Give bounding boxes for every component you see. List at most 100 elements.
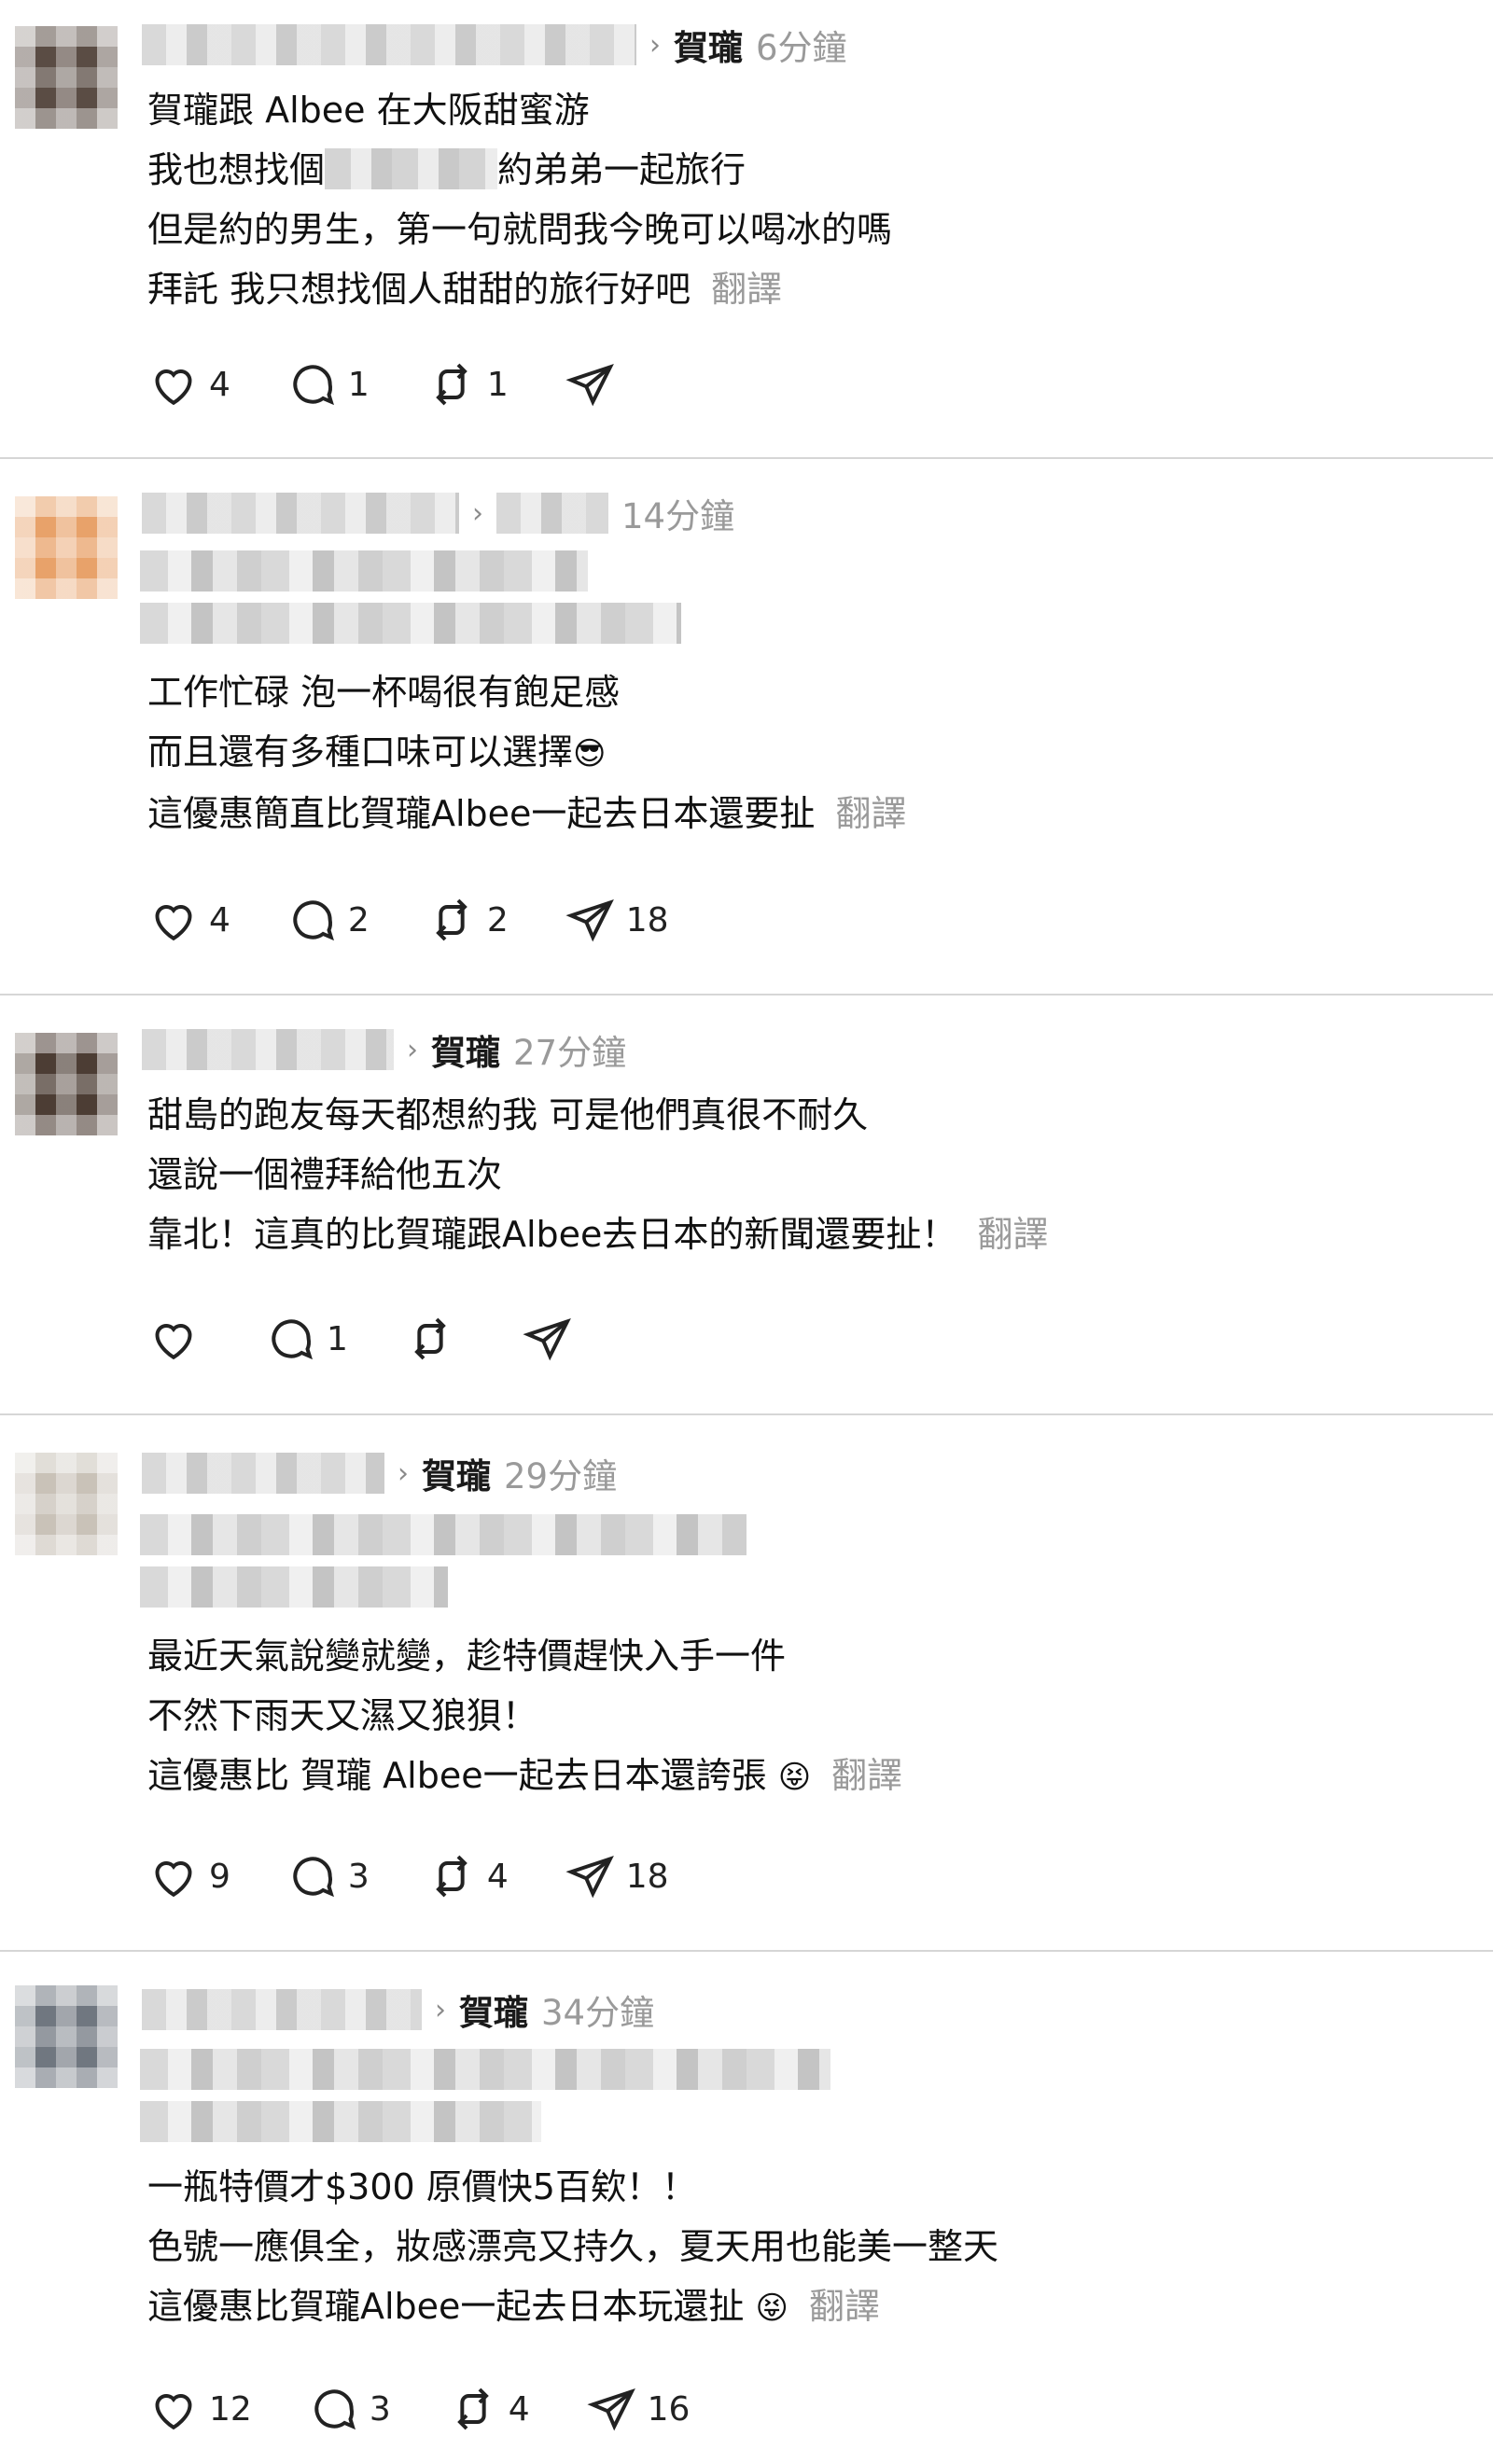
username-redacted[interactable]	[142, 1453, 384, 1494]
sunglasses-emoji: 😎	[573, 735, 607, 773]
timestamp[interactable]: 34分鐘	[541, 1984, 654, 2035]
repost-count: 4	[486, 1857, 509, 1896]
text-line: 賀瓏跟 Albee 在大阪甜蜜游	[147, 90, 590, 131]
translate-link[interactable]: 翻譯	[711, 269, 782, 310]
text-line: 靠北！這真的比賀瓏跟Albee去日本的新聞還要扯！ 翻譯	[147, 1214, 1049, 1255]
repost-button[interactable]: 4	[447, 2383, 530, 2435]
laughing-emoji: 😝	[777, 1759, 812, 1796]
text-line: 一瓶特價才$300 原價快5百欸！！	[147, 2166, 697, 2207]
post-header: › 賀瓏 6分鐘	[142, 19, 847, 71]
share-count: 16	[647, 2389, 691, 2429]
timestamp[interactable]: 29分鐘	[504, 1448, 617, 1498]
send-icon	[565, 363, 614, 407]
repost-button[interactable]	[404, 1313, 466, 1365]
reply-count: 1	[327, 1319, 348, 1358]
text-line: 不然下雨天又濕又狼狽！	[147, 1695, 538, 1736]
repost-button[interactable]: 2	[426, 894, 509, 946]
like-button[interactable]: 12	[147, 2383, 252, 2435]
reply-button[interactable]: 1	[265, 1313, 348, 1365]
like-button[interactable]: 4	[147, 894, 230, 946]
post-header: › 賀瓏 29分鐘	[142, 1447, 617, 1499]
share-button[interactable]: 16	[586, 2383, 691, 2435]
send-icon	[587, 2387, 635, 2431]
text-line: 拜託 我只想找個人甜甜的旅行好吧 翻譯	[147, 269, 783, 310]
chevron-right-icon: ›	[407, 1033, 418, 1066]
post-text: 工作忙碌 泡一杯喝很有飽足感 而且還有多種口味可以選擇😎 這優惠簡直比賀瓏Alb…	[147, 662, 906, 843]
heart-icon	[155, 2394, 192, 2430]
action-bar: 12 3 4 16	[147, 2379, 746, 2439]
post-header: › 14分鐘	[142, 487, 734, 539]
redacted-text	[325, 148, 498, 189]
repost-icon	[436, 363, 467, 406]
reply-count: 3	[347, 1857, 370, 1896]
avatar[interactable]	[15, 26, 118, 129]
translate-link[interactable]: 翻譯	[831, 1755, 902, 1796]
like-count: 4	[209, 365, 230, 404]
reply-feed: › 賀瓏 6分鐘 賀瓏跟 Albee 在大阪甜蜜游 我也想找個 約弟弟一起旅行 但…	[0, 0, 1493, 2464]
translate-link[interactable]: 翻譯	[809, 2286, 880, 2327]
username-redacted[interactable]	[142, 493, 459, 534]
avatar[interactable]	[15, 496, 118, 599]
text-line: 甜島的跑友每天都想約我 可是他們真很不耐久	[147, 1094, 869, 1135]
like-button[interactable]: 4	[147, 358, 230, 411]
timestamp[interactable]: 27分鐘	[513, 1024, 626, 1075]
username-redacted[interactable]	[142, 1029, 394, 1070]
redacted-text	[140, 1514, 746, 1619]
repost-icon	[436, 1855, 467, 1898]
reply-count: 2	[347, 900, 370, 940]
redacted-text	[140, 550, 681, 655]
repost-button[interactable]: 4	[426, 1850, 509, 1902]
username-redacted[interactable]	[142, 24, 636, 65]
reply-to-redacted[interactable]	[496, 493, 608, 534]
avatar[interactable]	[15, 1985, 118, 2088]
reply-button[interactable]: 3	[308, 2383, 391, 2435]
text-line: 這優惠比賀瓏Albee一起去日本玩還扯 😝 翻譯	[147, 2286, 880, 2327]
text-line: 這優惠簡直比賀瓏Albee一起去日本還要扯 翻譯	[147, 793, 907, 834]
text-line: 最近天氣說變就變，趁特價趕快入手一件	[147, 1636, 787, 1677]
like-button[interactable]	[147, 1313, 209, 1365]
like-count: 9	[209, 1857, 230, 1896]
avatar[interactable]	[15, 1453, 118, 1555]
translate-link[interactable]: 翻譯	[835, 793, 906, 834]
text-line: 我也想找個 約弟弟一起旅行	[147, 148, 746, 190]
action-bar: 9 3 4 18	[147, 1846, 725, 1906]
reply-to-name[interactable]: 賀瓏	[459, 1984, 528, 2035]
chevron-right-icon: ›	[472, 496, 483, 530]
repost-icon	[456, 2387, 489, 2430]
repost-count: 1	[486, 365, 509, 404]
text-line: 工作忙碌 泡一杯喝很有飽足感	[147, 672, 621, 713]
comment-bubble-icon	[272, 1319, 313, 1360]
reply-to-name[interactable]: 賀瓏	[431, 1024, 500, 1075]
action-bar: 4 1 1	[147, 355, 682, 414]
heart-icon	[155, 1861, 192, 1898]
like-button[interactable]: 9	[147, 1850, 230, 1902]
translate-link[interactable]: 翻譯	[977, 1214, 1048, 1255]
action-bar: 4 2 2 18	[147, 890, 725, 950]
chevron-right-icon: ›	[435, 1993, 446, 2026]
share-button[interactable]	[522, 1313, 583, 1365]
avatar[interactable]	[15, 1033, 118, 1135]
chevron-right-icon: ›	[649, 28, 661, 62]
timestamp[interactable]: 14分鐘	[621, 488, 734, 538]
share-button[interactable]: 18	[565, 1850, 669, 1902]
share-button[interactable]	[565, 358, 626, 411]
reply-to-name[interactable]: 賀瓏	[674, 20, 743, 70]
username-redacted[interactable]	[142, 1989, 422, 2030]
repost-button[interactable]: 1	[426, 358, 509, 411]
post-header: › 賀瓏 27分鐘	[142, 1023, 626, 1076]
share-button[interactable]: 18	[565, 894, 669, 946]
reply-post: › 14分鐘 工作忙碌 泡一杯喝很有飽足感 而且還有多種口味可以選擇😎 這優惠簡…	[0, 459, 1493, 995]
reply-button[interactable]: 2	[286, 894, 370, 946]
text-line: 而且還有多種口味可以選擇😎	[147, 731, 607, 773]
reply-count: 3	[369, 2389, 391, 2429]
send-icon	[565, 898, 614, 942]
reply-button[interactable]: 3	[286, 1850, 370, 1902]
post-text: 甜島的跑友每天都想約我 可是他們真很不耐久 還說一個禮拜給他五次 靠北！這真的比…	[147, 1085, 1048, 1264]
post-text: 一瓶特價才$300 原價快5百欸！！ 色號一應俱全，妝感漂亮又持久，夏天用也能美…	[147, 2157, 998, 2338]
reply-button[interactable]: 1	[286, 358, 370, 411]
repost-count: 2	[486, 900, 509, 940]
reply-to-name[interactable]: 賀瓏	[422, 1448, 491, 1498]
reply-count: 1	[347, 365, 370, 404]
timestamp[interactable]: 6分鐘	[756, 20, 847, 70]
reply-post: › 賀瓏 27分鐘 甜島的跑友每天都想約我 可是他們真很不耐久 還說一個禮拜給他…	[0, 995, 1493, 1415]
